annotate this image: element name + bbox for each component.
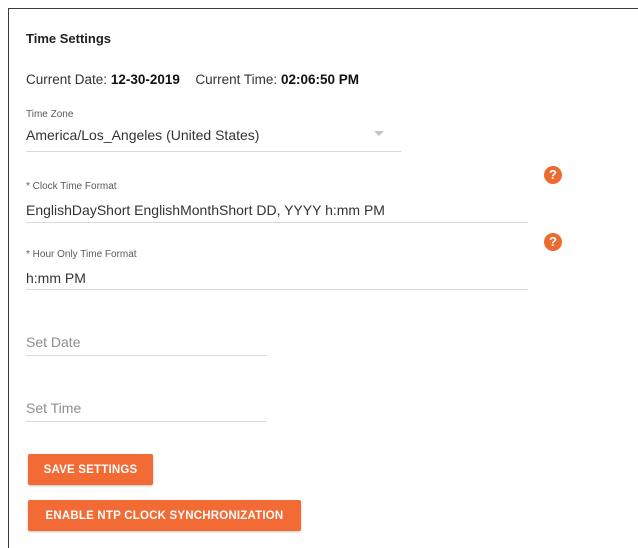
question-circle-icon[interactable]: ?: [544, 233, 562, 251]
set-time-underline: [26, 421, 267, 422]
current-datetime-row: Current Date: 12-30-2019 Current Time: 0…: [26, 72, 359, 87]
enable-ntp-sync-button[interactable]: ENABLE NTP CLOCK SYNCHRONIZATION: [28, 500, 301, 531]
set-date-placeholder[interactable]: Set Date: [26, 332, 267, 352]
set-date-underline: [26, 355, 267, 356]
clock-time-format-label: * Clock Time Format: [26, 181, 117, 192]
time-zone-select[interactable]: Time Zone America/Los_Angeles (United St…: [26, 109, 401, 154]
time-zone-value[interactable]: America/Los_Angeles (United States): [26, 125, 401, 145]
caret-down-icon[interactable]: [374, 131, 384, 136]
clock-time-format-underline: [26, 222, 528, 223]
clock-time-format-field[interactable]: * Clock Time Format EnglishDayShort Engl…: [26, 181, 528, 226]
set-time-input[interactable]: Set Time: [26, 398, 267, 423]
hour-only-time-format-underline: [26, 289, 528, 290]
hour-only-time-format-field[interactable]: * Hour Only Time Format h:mm PM: [26, 249, 528, 294]
save-settings-button[interactable]: SAVE SETTINGS: [28, 454, 153, 485]
set-date-input[interactable]: Set Date: [26, 332, 267, 357]
time-zone-label: Time Zone: [26, 109, 74, 120]
current-date-label: Current Date:: [26, 72, 108, 87]
current-time-value: 02:06:50 PM: [280, 72, 359, 87]
current-time-label: Current Time:: [195, 72, 278, 87]
time-zone-underline: [26, 151, 401, 152]
clock-time-format-input[interactable]: EnglishDayShort EnglishMonthShort DD, YY…: [26, 200, 528, 220]
hour-only-time-format-input[interactable]: h:mm PM: [26, 268, 528, 288]
set-time-placeholder[interactable]: Set Time: [26, 398, 267, 418]
question-circle-icon[interactable]: ?: [544, 166, 562, 184]
page-title: Time Settings: [26, 31, 112, 46]
current-date-value: 12-30-2019: [110, 72, 180, 87]
hour-only-time-format-label: * Hour Only Time Format: [26, 249, 137, 260]
